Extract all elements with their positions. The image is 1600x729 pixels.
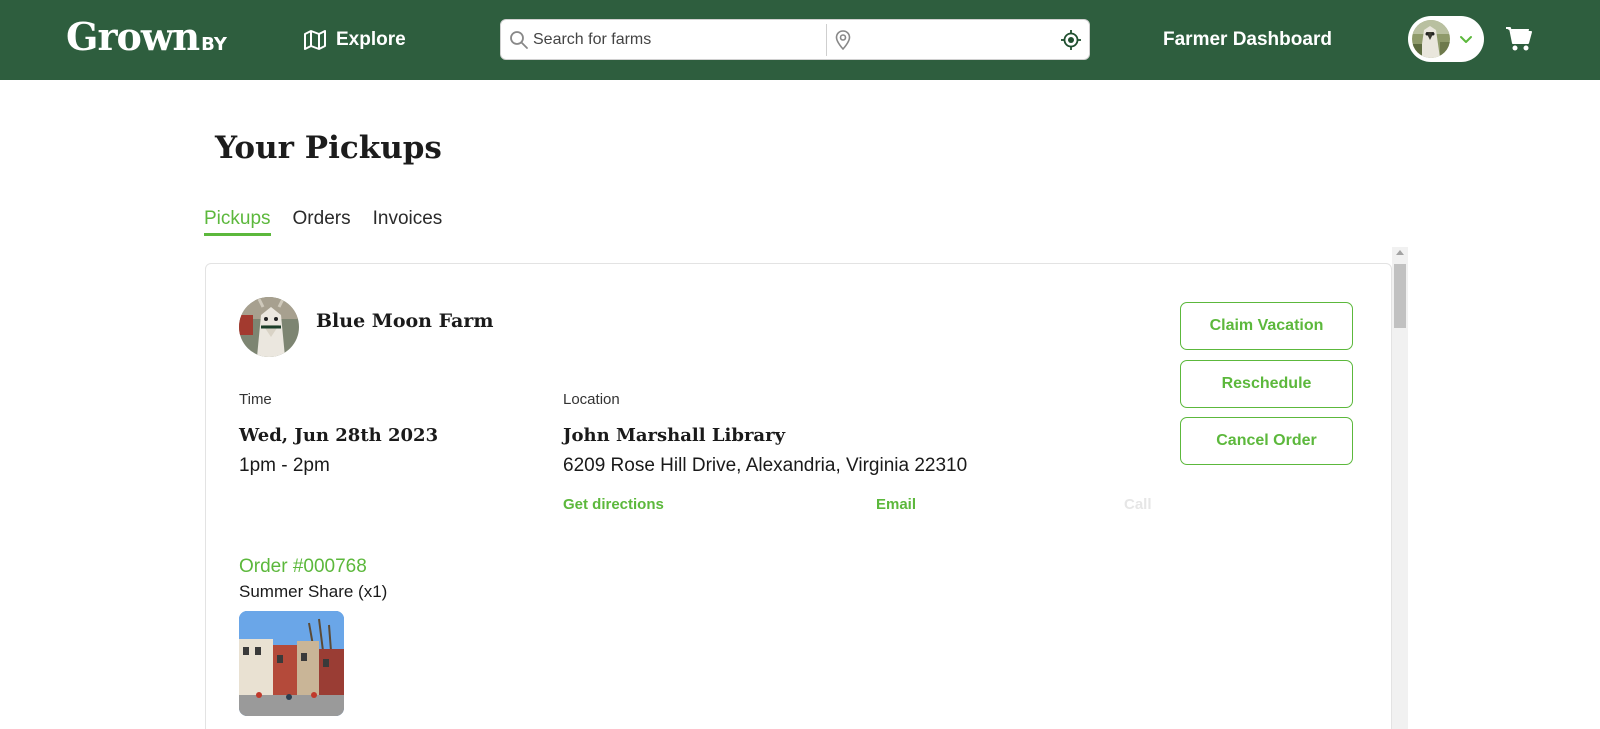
pickup-hours: 1pm - 2pm (239, 455, 330, 476)
scroll-up-arrow-icon[interactable] (1396, 250, 1404, 255)
pickup-tabs: Pickups Orders Invoices (204, 206, 442, 236)
claim-vacation-button[interactable]: Claim Vacation (1180, 302, 1353, 350)
pickup-date: Wed, Jun 28th 2023 (239, 425, 439, 446)
location-address: 6209 Rose Hill Drive, Alexandria, Virgin… (563, 455, 968, 476)
get-directions-link[interactable]: Get directions (563, 496, 664, 513)
call-link-disabled: Call (1124, 496, 1152, 513)
search-bar (500, 19, 1090, 60)
tab-invoices[interactable]: Invoices (373, 206, 443, 236)
grownby-logo[interactable]: Grown BY (66, 14, 227, 62)
order-item: Summer Share (x1) (239, 582, 388, 601)
top-nav-bar: Grown BY Explore Farmer Da (0, 0, 1600, 80)
page-title: Your Pickups (215, 130, 442, 166)
location-input[interactable] (859, 26, 1049, 54)
shopping-cart-icon[interactable] (1505, 25, 1533, 53)
order-item-image[interactable] (239, 611, 344, 716)
order-number-link[interactable]: Order #000768 (239, 556, 367, 578)
cancel-order-button[interactable]: Cancel Order (1180, 417, 1353, 465)
search-divider (826, 24, 827, 56)
farm-name[interactable]: Blue Moon Farm (316, 310, 493, 332)
reschedule-button[interactable]: Reschedule (1180, 360, 1353, 408)
farmer-dashboard-link[interactable]: Farmer Dashboard (1163, 26, 1332, 54)
time-label: Time (239, 391, 272, 408)
current-location-icon[interactable] (1060, 29, 1082, 51)
scrollbar-thumb[interactable] (1394, 264, 1406, 328)
email-link[interactable]: Email (876, 496, 916, 513)
content-scrollbar[interactable] (1392, 247, 1408, 729)
explore-link[interactable]: Explore (304, 26, 406, 54)
location-name: John Marshall Library (563, 425, 786, 446)
logo-by: BY (201, 34, 227, 55)
logo-wordmark: Grown (66, 14, 200, 59)
user-avatar (1412, 20, 1450, 58)
search-icon (510, 31, 528, 49)
location-label: Location (563, 391, 620, 408)
pickup-card: Blue Moon Farm Time Location Wed, Jun 28… (205, 263, 1392, 729)
map-icon (304, 30, 326, 50)
tab-orders[interactable]: Orders (293, 206, 351, 236)
farm-avatar (239, 297, 299, 357)
location-pin-icon (835, 30, 851, 51)
chevron-down-icon (1460, 36, 1472, 43)
tab-pickups[interactable]: Pickups (204, 206, 271, 236)
account-menu-button[interactable] (1408, 16, 1484, 62)
explore-label: Explore (336, 29, 406, 50)
farm-search-input[interactable] (533, 26, 813, 54)
